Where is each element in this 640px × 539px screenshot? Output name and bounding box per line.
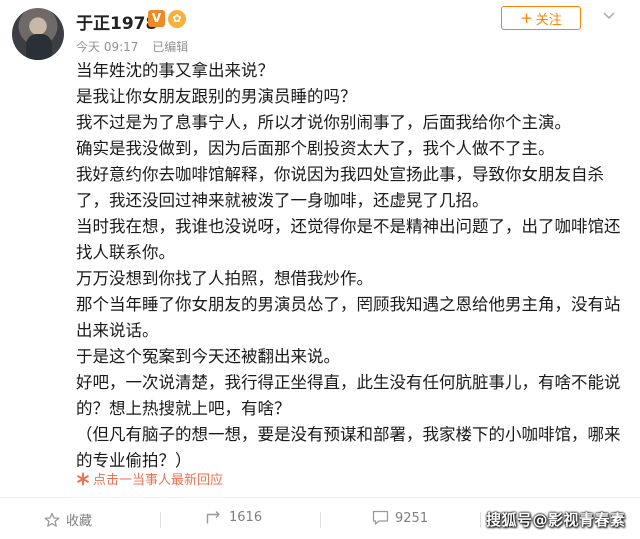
post-line: 我好意约你去咖啡馆解释，你说因为我四处宣扬此事，导致你女朋友自杀了，我还没回过神…: [76, 165, 604, 210]
repost-count: 1616: [229, 510, 263, 525]
post-line: 是我让你女朋友跟别的男演员睡的吗？: [76, 87, 357, 106]
post-line: 确实是我没做到，因为后面那个剧投资太大了，我个人做不了主。: [76, 139, 555, 158]
comment-count: 9251: [395, 510, 429, 526]
favorite-button[interactable]: 收藏: [44, 510, 92, 529]
reply-link[interactable]: 点击一当事人最新回应: [76, 469, 223, 488]
fan-badge-icon: ✿: [168, 10, 186, 28]
repost-button[interactable]: 1616: [206, 510, 262, 525]
edited-label[interactable]: 已编辑: [152, 40, 188, 54]
comment-button[interactable]: 9251: [372, 510, 428, 526]
post-line: 我不过是为了息事宁人，所以才说你别闹事了，后面我给你个主演。: [76, 113, 571, 132]
favorite-label: 收藏: [66, 514, 93, 529]
post-line: 那个当年睡了你女朋友的男演员怂了，罔顾我知遇之恩给他男主角，没有站出来说话。: [76, 295, 621, 340]
reply-link-label: 点击一当事人最新回应: [93, 473, 224, 488]
repost-icon: [206, 511, 220, 524]
post-line: 当年姓沈的事又拿出来说？: [76, 61, 274, 80]
vip-badge-icon: V: [148, 10, 165, 27]
post-meta: 今天 09:17 已编辑: [76, 38, 198, 55]
follow-label: 关注: [535, 12, 562, 28]
user-name[interactable]: 于正1978: [76, 9, 157, 34]
post-line: 好吧，一次说清楚，我行得正坐得直，此生没有任何肮脏事儿，有啥不能说的？想上热搜就…: [76, 373, 621, 418]
star-icon: [44, 512, 60, 527]
comment-icon: [372, 510, 389, 525]
divider: [480, 512, 481, 528]
divider: [320, 512, 321, 528]
post-line: 当时我在想，我谁也没说呀，还觉得你是不是精神出问题了，出了咖啡馆还找人联系你。: [76, 217, 621, 262]
follow-button[interactable]: + 关注: [501, 6, 581, 30]
avatar[interactable]: [12, 8, 64, 60]
post-line: 于是这个冤案到今天还被翻出来说。: [76, 347, 340, 366]
asterisk-icon: [77, 472, 89, 485]
plus-icon: +: [520, 8, 533, 27]
post-line: （但凡有脑子的想一想，要是没有预谋和部署，我家楼下的小咖啡馆，哪来的专业偷拍？）: [76, 425, 621, 470]
divider: [160, 512, 161, 528]
post-content: 当年姓沈的事又拿出来说？ 是我让你女朋友跟别的男演员睡的吗？ 我不过是为了息事宁…: [76, 58, 632, 474]
watermark: 搜狐号@影视青春素: [486, 511, 626, 529]
chevron-down-icon[interactable]: [603, 12, 615, 20]
post-line: 万万没想到你找了人拍照，想借我炒作。: [76, 269, 373, 288]
post-time[interactable]: 今天 09:17: [76, 40, 138, 54]
